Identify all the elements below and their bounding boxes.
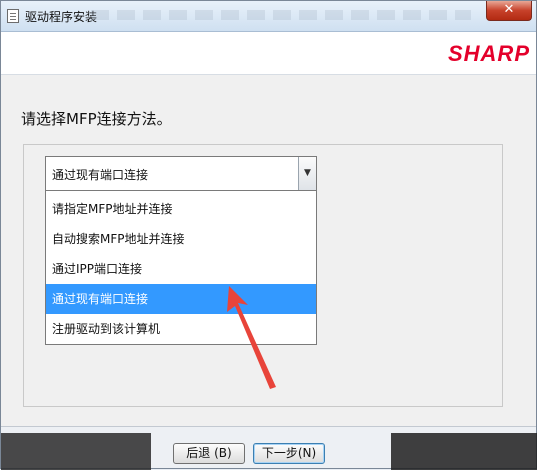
page-prompt: 请选择MFP连接方法。 — [21, 110, 172, 128]
sharp-logo: SHARP — [447, 41, 530, 66]
next-button[interactable]: 下一步(N) — [253, 443, 325, 464]
option-register-driver[interactable]: 注册驱动到该计算机 — [46, 314, 316, 344]
dropdown-list: 请指定MFP地址并连接 自动搜索MFP地址并连接 通过IPP端口连接 通过现有端… — [45, 191, 317, 345]
title-bar: 驱动程序安装 ✕ — [1, 1, 536, 32]
blurred-background — [91, 10, 471, 20]
document-icon — [7, 9, 19, 23]
installer-window: 驱动程序安装 ✕ SHARP 请选择MFP连接方法。 通过现有端口连接 ▼ 请指… — [0, 0, 537, 470]
footer-shade-left — [1, 433, 151, 470]
option-ipp-port[interactable]: 通过IPP端口连接 — [46, 254, 316, 284]
window-title: 驱动程序安装 — [25, 10, 98, 24]
footer-shade-right — [391, 433, 537, 470]
option-auto-search[interactable]: 自动搜索MFP地址并连接 — [46, 224, 316, 254]
connection-method-select[interactable]: 通过现有端口连接 ▼ — [45, 156, 317, 191]
select-value: 通过现有端口连接 — [52, 168, 149, 182]
close-button[interactable]: ✕ — [486, 1, 532, 21]
back-button[interactable]: 后退 (B) — [173, 443, 245, 464]
option-specify-address[interactable]: 请指定MFP地址并连接 — [46, 194, 316, 224]
option-existing-port[interactable]: 通过现有端口连接 — [46, 284, 316, 314]
chevron-down-icon[interactable]: ▼ — [298, 157, 316, 190]
